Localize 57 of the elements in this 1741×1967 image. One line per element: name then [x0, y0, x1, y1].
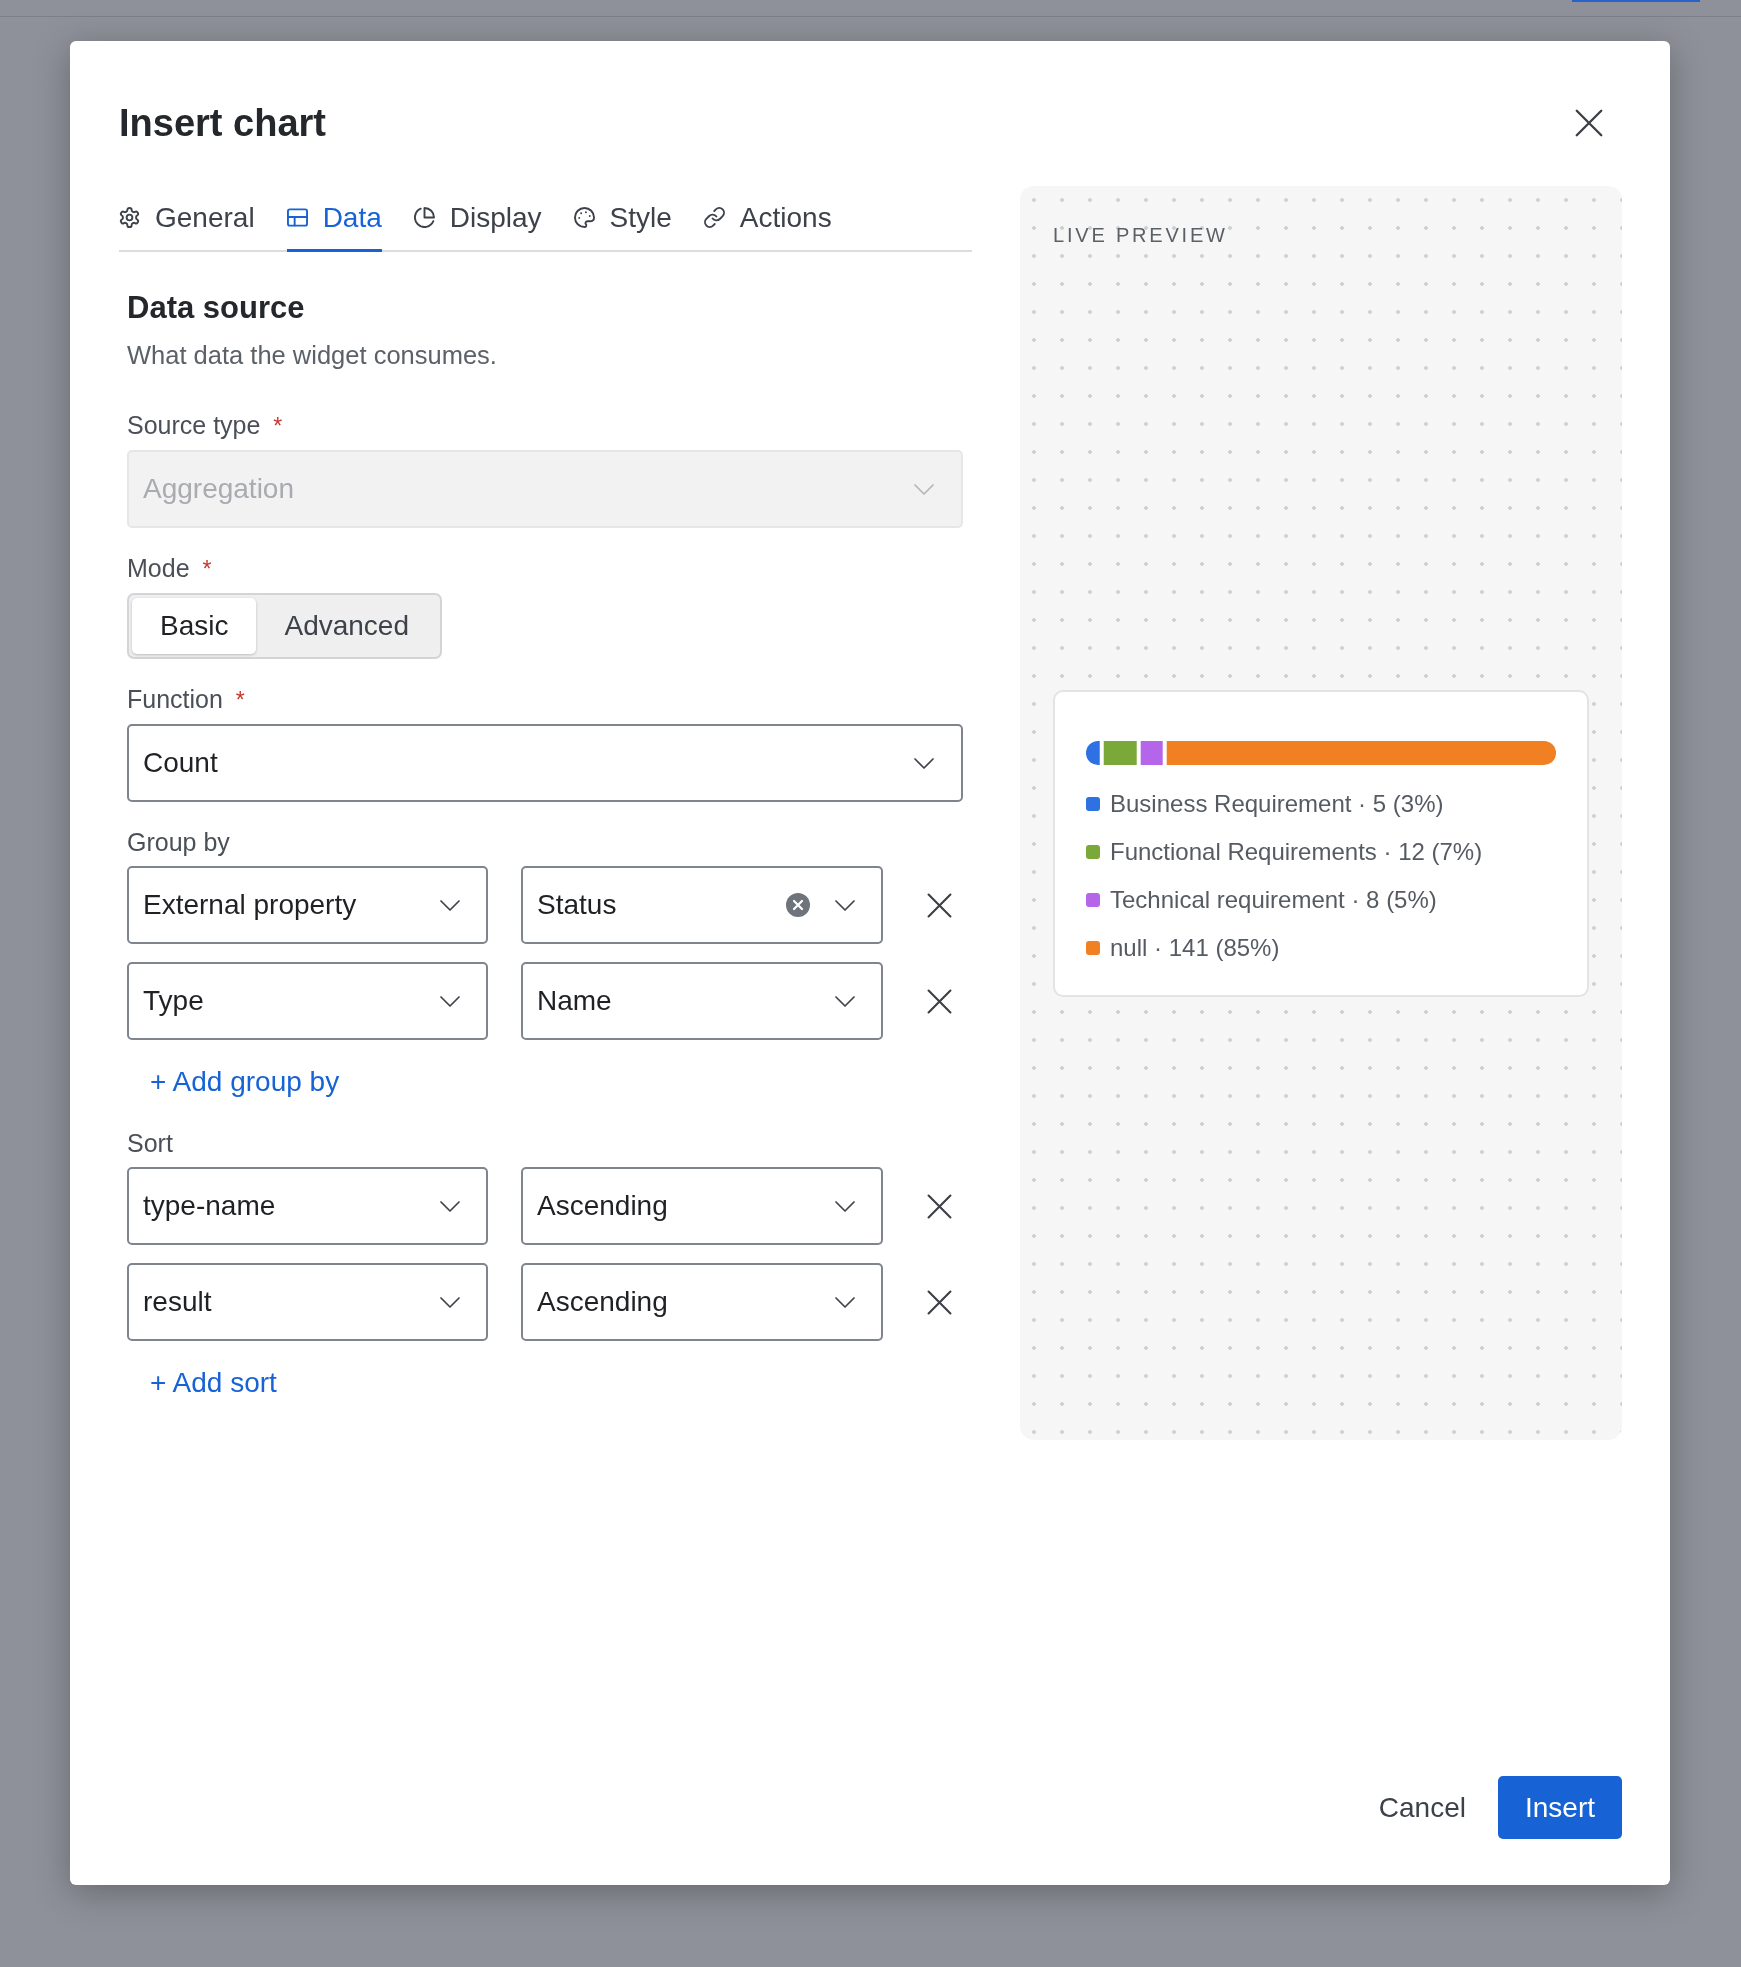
chevron-down-icon — [835, 995, 855, 1007]
cross-icon — [927, 1289, 952, 1315]
table-icon — [286, 207, 308, 228]
legend-label: null · 141 (85%) — [1110, 933, 1280, 963]
select-field[interactable]: result — [127, 1263, 488, 1341]
select-field[interactable]: Status — [521, 866, 883, 944]
chevron-down-icon — [835, 1200, 855, 1212]
select-field[interactable]: Ascending — [521, 1263, 883, 1341]
chevron-down-icon — [440, 899, 460, 911]
cross-icon — [927, 892, 952, 918]
legend-label: Functional Requirements · 12 (7%) — [1110, 837, 1483, 867]
pie-chart-icon — [413, 207, 435, 228]
legend-label: Technical requirement · 8 (5%) — [1110, 885, 1437, 915]
field-label: Mode * — [127, 553, 212, 584]
mode-option[interactable]: Advanced — [256, 598, 437, 654]
chevron-down-icon — [440, 995, 460, 1007]
bar-segment — [1103, 741, 1137, 765]
add-group-by-button[interactable]: + Add group by — [150, 1064, 340, 1100]
chevron-down-icon — [835, 899, 855, 911]
chevron-down-icon — [914, 483, 934, 495]
select-field[interactable]: Count — [127, 724, 963, 802]
bar-segment — [1086, 741, 1100, 765]
tab[interactable]: General — [119, 186, 255, 252]
chevron-down-icon — [440, 1200, 460, 1212]
chevron-down-icon — [835, 1296, 855, 1308]
section-description: What data the widget consumes. — [127, 340, 497, 371]
add-sort-button[interactable]: + Add sort — [150, 1365, 277, 1401]
field-label: Group by — [127, 827, 230, 858]
link-icon — [703, 207, 725, 228]
select-field[interactable]: Ascending — [521, 1167, 883, 1245]
tab[interactable]: Display — [413, 186, 542, 252]
close-icon — [1575, 109, 1603, 137]
select-field[interactable]: External property — [127, 866, 488, 944]
tab[interactable]: Style — [573, 186, 672, 252]
chevron-down-icon — [914, 757, 934, 769]
legend-label: Business Requirement · 5 (3%) — [1110, 789, 1444, 819]
bar-segment — [1140, 741, 1163, 765]
mode-option[interactable]: Basic — [132, 598, 257, 654]
gear-icon — [119, 207, 140, 228]
select-field[interactable]: Type — [127, 962, 488, 1040]
insert-button[interactable]: Insert — [1497, 1776, 1622, 1839]
field-label: Sort — [127, 1128, 173, 1159]
tab[interactable]: Actions — [703, 186, 832, 252]
clear-icon[interactable] — [786, 893, 810, 917]
chevron-down-icon — [440, 1296, 460, 1308]
preview-label: LIVE PREVIEW — [1053, 223, 1228, 247]
select-field[interactable]: Name — [521, 962, 883, 1040]
tab[interactable]: Data — [286, 186, 382, 252]
section-title: Data source — [127, 289, 305, 327]
field-label: Function * — [127, 684, 245, 715]
cross-icon — [927, 1193, 952, 1219]
cross-icon — [927, 988, 952, 1014]
dialog-title: Insert chart — [119, 101, 326, 146]
cancel-button[interactable]: Cancel — [1366, 1776, 1478, 1839]
select-field[interactable]: type-name — [127, 1167, 488, 1245]
palette-icon — [573, 207, 595, 228]
field-label: Source type * — [127, 410, 283, 441]
